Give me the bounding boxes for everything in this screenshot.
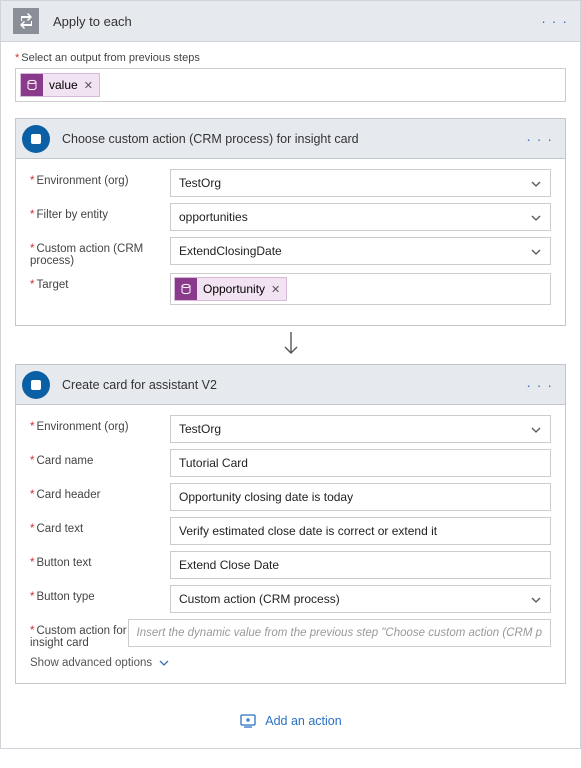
custom-action-select[interactable]: ExtendClosingDate xyxy=(170,237,551,265)
select-output-label: *Select an output from previous steps xyxy=(15,52,566,64)
select-output-field[interactable]: value ✕ xyxy=(15,68,566,102)
chevron-down-icon xyxy=(530,424,542,436)
card-text-label: *Card text xyxy=(30,517,170,535)
environment-select[interactable]: TestOrg xyxy=(170,415,551,443)
custom-action-label: *Custom action (CRM process) xyxy=(30,237,170,267)
choose-custom-action-card: Choose custom action (CRM process) for i… xyxy=(15,118,566,326)
more-menu-button[interactable]: · · · xyxy=(526,377,553,393)
choose-custom-action-body: *Environment (org) TestOrg *Filter by en… xyxy=(16,159,565,325)
button-text-label: *Button text xyxy=(30,551,170,569)
card-text-input[interactable]: Verify estimated close date is correct o… xyxy=(170,517,551,545)
apply-to-each-title: Apply to each xyxy=(53,14,541,29)
pill-label: value xyxy=(49,78,78,92)
create-card-assistant-header[interactable]: Create card for assistant V2 · · · xyxy=(16,365,565,405)
card-name-input[interactable]: Tutorial Card xyxy=(170,449,551,477)
target-label: *Target xyxy=(30,273,170,291)
loop-icon xyxy=(13,8,39,34)
apply-to-each-body: *Select an output from previous steps va… xyxy=(0,42,581,749)
filter-entity-label: *Filter by entity xyxy=(30,203,170,221)
choose-custom-action-title: Choose custom action (CRM process) for i… xyxy=(62,132,526,146)
button-type-label: *Button type xyxy=(30,585,170,603)
data-icon xyxy=(21,74,43,96)
crm-icon xyxy=(22,371,50,399)
create-card-assistant-title: Create card for assistant V2 xyxy=(62,378,526,392)
value-pill[interactable]: value ✕ xyxy=(20,73,100,97)
card-name-label: *Card name xyxy=(30,449,170,467)
chevron-down-icon xyxy=(530,246,542,258)
crm-icon xyxy=(22,125,50,153)
pill-remove-icon[interactable]: ✕ xyxy=(271,283,280,296)
apply-to-each-header[interactable]: Apply to each · · · xyxy=(0,0,581,42)
environment-label: *Environment (org) xyxy=(30,169,170,187)
chevron-down-icon xyxy=(530,212,542,224)
environment-select[interactable]: TestOrg xyxy=(170,169,551,197)
filter-entity-select[interactable]: opportunities xyxy=(170,203,551,231)
add-action-button[interactable]: Add an action xyxy=(15,712,566,730)
pill-label: Opportunity xyxy=(203,282,265,296)
add-action-label: Add an action xyxy=(265,714,341,728)
chevron-down-icon xyxy=(158,657,170,669)
more-menu-button[interactable]: · · · xyxy=(526,131,553,147)
custom-action-insight-label: *Custom action for insight card xyxy=(30,619,128,649)
card-header-label: *Card header xyxy=(30,483,170,501)
pill-remove-icon[interactable]: ✕ xyxy=(84,79,93,92)
create-card-assistant-body: *Environment (org) TestOrg *Card name Tu… xyxy=(16,405,565,683)
card-header-input[interactable]: Opportunity closing date is today xyxy=(170,483,551,511)
create-card-assistant-card: Create card for assistant V2 · · · *Envi… xyxy=(15,364,566,684)
show-advanced-options[interactable]: Show advanced options xyxy=(30,657,551,669)
button-text-input[interactable]: Extend Close Date xyxy=(170,551,551,579)
target-field[interactable]: Opportunity ✕ xyxy=(170,273,551,305)
data-icon xyxy=(175,278,197,300)
button-type-select[interactable]: Custom action (CRM process) xyxy=(170,585,551,613)
choose-custom-action-header[interactable]: Choose custom action (CRM process) for i… xyxy=(16,119,565,159)
flow-arrow xyxy=(15,332,566,358)
chevron-down-icon xyxy=(530,178,542,190)
more-menu-button[interactable]: · · · xyxy=(541,13,568,29)
add-action-icon xyxy=(239,712,257,730)
custom-action-insight-input[interactable]: Insert the dynamic value from the previo… xyxy=(128,619,551,647)
environment-label: *Environment (org) xyxy=(30,415,170,433)
opportunity-pill[interactable]: Opportunity ✕ xyxy=(174,277,287,301)
chevron-down-icon xyxy=(530,594,542,606)
